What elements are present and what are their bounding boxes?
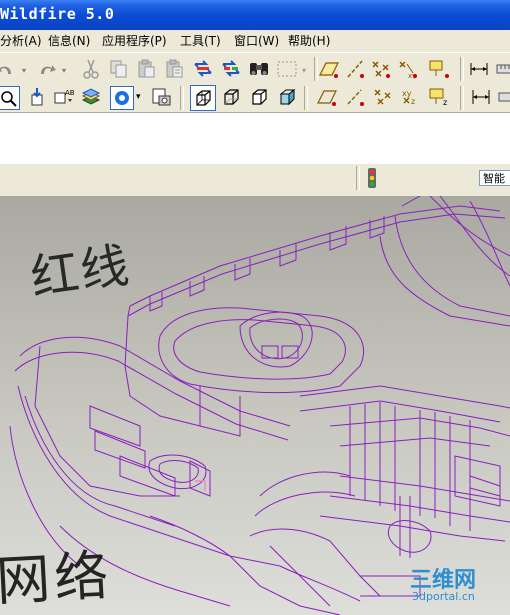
svg-text:z: z <box>443 98 447 107</box>
view-dropdown-icon[interactable]: ▾ <box>136 92 141 102</box>
title-bar: Wildfire 5.0 <box>0 0 510 30</box>
selection-filter-dropdown[interactable]: 智能 <box>479 170 510 186</box>
menu-window[interactable]: 窗口(W) <box>234 32 279 49</box>
datum-axis-icon[interactable] <box>344 58 366 80</box>
toolbar-separator <box>460 86 464 110</box>
annotation-handwritten-1: 红线 <box>27 237 135 307</box>
menu-info[interactable]: 信息(N) <box>48 32 90 49</box>
zoom-window-icon[interactable] <box>0 86 20 110</box>
traffic-light-icon[interactable] <box>361 167 383 189</box>
ruler-icon[interactable] <box>496 58 510 80</box>
redo-dropdown-icon[interactable]: ▾ <box>62 66 66 75</box>
status-separator <box>356 166 360 190</box>
paste-special-icon[interactable] <box>164 58 186 80</box>
no-hidden-icon[interactable] <box>248 86 270 108</box>
datum-csys-icon[interactable]: xy <box>396 58 418 80</box>
view-sphere-icon[interactable] <box>110 86 134 110</box>
select-box-icon[interactable] <box>276 58 298 80</box>
window-title: Wildfire 5.0 <box>0 5 115 23</box>
redo-icon[interactable] <box>36 58 58 80</box>
datum-point-icon[interactable] <box>370 58 392 80</box>
undo-icon[interactable] <box>0 58 16 80</box>
axis-display-icon[interactable] <box>344 86 366 108</box>
menu-bar: 分析(A) 信息(N) 应用程序(P) 工具(T) 窗口(W) 帮助(H) <box>0 30 510 50</box>
menu-analysis[interactable]: 分析(A) <box>0 32 42 49</box>
paste-icon[interactable] <box>136 58 158 80</box>
svg-text:AB: AB <box>65 89 74 97</box>
status-bar <box>0 164 510 194</box>
toolbar-separator <box>460 57 464 81</box>
datum-plane-icon[interactable] <box>318 58 340 80</box>
regenerate-icon[interactable] <box>192 58 214 80</box>
scale-icon[interactable] <box>470 86 492 108</box>
toolbar-standard: ▾ ▾ ▾ xy <box>0 52 510 85</box>
insert-feature-icon[interactable] <box>26 86 48 108</box>
svg-text:z: z <box>411 97 415 106</box>
annotation-icon[interactable] <box>428 58 450 80</box>
toolbar-separator <box>304 86 308 110</box>
note-display-icon[interactable]: z <box>428 86 450 108</box>
find-icon[interactable] <box>248 58 270 80</box>
undo-dropdown-icon[interactable]: ▾ <box>22 66 26 75</box>
menu-help[interactable]: 帮助(H) <box>288 32 330 49</box>
menu-tools[interactable]: 工具(T) <box>180 32 221 49</box>
ruler-2-icon[interactable] <box>498 86 510 108</box>
shaded-icon[interactable] <box>276 86 298 108</box>
layers-icon[interactable] <box>80 86 102 108</box>
copy-icon[interactable] <box>108 58 130 80</box>
csys-display-icon[interactable]: xy z <box>400 86 422 108</box>
shape-icon[interactable]: AB <box>52 86 74 108</box>
plane-display-icon[interactable] <box>316 86 338 108</box>
graphics-viewport[interactable]: 红线 网络 三维网 3dportal.cn <box>0 196 510 615</box>
menu-applications[interactable]: 应用程序(P) <box>102 32 167 49</box>
measure-icon[interactable] <box>468 58 490 80</box>
message-area <box>0 112 510 165</box>
toolbar-separator <box>180 86 184 110</box>
toolbar-view: AB ▾ xy z z <box>0 84 510 112</box>
cut-icon[interactable] <box>80 58 102 80</box>
snapshot-icon[interactable] <box>150 86 172 108</box>
wireframe-icon[interactable] <box>190 85 216 111</box>
select-dropdown-icon[interactable]: ▾ <box>302 66 306 75</box>
hidden-line-icon[interactable] <box>220 86 242 108</box>
annotation-handwritten-2: 网络 <box>0 544 114 613</box>
watermark-url: 3dportal.cn <box>412 590 475 603</box>
regenerate-manager-icon[interactable] <box>220 58 242 80</box>
point-display-icon[interactable] <box>372 86 394 108</box>
